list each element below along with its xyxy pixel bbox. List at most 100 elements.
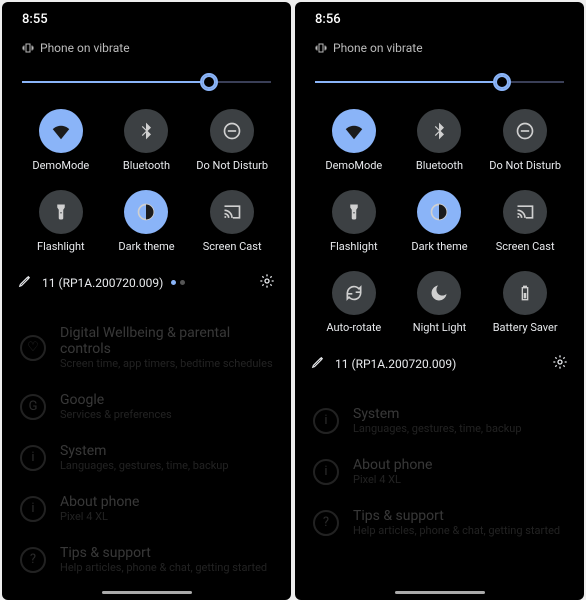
settings-row[interactable]: ?Tips & supportHelp articles, phone & ch… — [18, 534, 275, 585]
settings-row-icon: ? — [313, 510, 339, 536]
qs-tile-label: Dark theme — [118, 240, 174, 253]
qs-tile-label: Screen Cast — [203, 240, 262, 253]
settings-gear-icon[interactable] — [552, 354, 568, 373]
status-time: 8:55 — [2, 2, 291, 31]
settings-gear-icon[interactable] — [259, 273, 275, 292]
cast-icon[interactable] — [210, 190, 254, 234]
qs-tile-label: Screen Cast — [496, 240, 555, 253]
settings-row-sub: Services & preferences — [60, 408, 172, 421]
settings-row[interactable]: ? Tips & supportHelp articles, phone & ch… — [311, 497, 568, 548]
qs-tile-label: DemoMode — [32, 159, 89, 172]
settings-row-sub: Pixel 4 XL — [60, 510, 139, 523]
edit-icon[interactable] — [311, 355, 325, 372]
slider-fill — [22, 81, 209, 83]
dnd-icon[interactable] — [503, 109, 547, 153]
qs-tile-label: Battery Saver — [493, 321, 558, 334]
settings-row-title: Digital Wellbeing & parental controls — [60, 325, 273, 357]
slider-fill — [315, 81, 502, 83]
settings-row-sub: Help articles, phone & chat, getting sta… — [60, 561, 267, 574]
dnd-icon[interactable] — [210, 109, 254, 153]
darktheme-icon[interactable] — [124, 190, 168, 234]
qs-tile-cast[interactable]: Screen Cast — [486, 190, 564, 253]
settings-row[interactable]: ♡ Digital Wellbeing & parental controlsSc… — [18, 314, 275, 381]
qs-tile-moon[interactable]: Night Light — [401, 271, 479, 334]
battery-icon[interactable] — [503, 271, 547, 315]
vibrate-icon — [315, 42, 327, 54]
qs-tile-darktheme[interactable]: Dark theme — [108, 190, 186, 253]
qs-tile-cast[interactable]: Screen Cast — [193, 190, 271, 253]
cast-icon[interactable] — [503, 190, 547, 234]
qs-tile-label: Night Light — [413, 321, 467, 334]
vibrate-icon — [22, 42, 34, 54]
settings-row-title: Tips & support — [353, 508, 560, 524]
qs-footer: 11 (RP1A.200720.009) — [295, 344, 584, 387]
vibrate-indicator: Phone on vibrate — [295, 31, 584, 65]
vibrate-label: Phone on vibrate — [333, 41, 423, 55]
bluetooth-icon[interactable] — [124, 109, 168, 153]
vibrate-indicator: Phone on vibrate — [2, 31, 291, 65]
flashlight-icon[interactable] — [332, 190, 376, 234]
rotate-icon[interactable] — [332, 271, 376, 315]
settings-row-icon: ♡ — [20, 335, 46, 361]
qs-tile-label: Bluetooth — [123, 159, 170, 172]
qs-tile-dnd[interactable]: Do Not Disturb — [193, 109, 271, 172]
home-indicator[interactable] — [395, 591, 485, 594]
qs-tile-label: Flashlight — [330, 240, 378, 253]
settings-row-title: System — [60, 443, 229, 459]
qs-footer: 11 (RP1A.200720.009) — [2, 263, 291, 306]
brightness-slider-row — [2, 65, 291, 97]
settings-underlay: iSystemLanguages, gestures, time, backup… — [295, 387, 584, 556]
qs-tile-bluetooth[interactable]: Bluetooth — [108, 109, 186, 172]
qs-tile-wifi[interactable]: DemoMode — [22, 109, 100, 172]
wifi-icon[interactable] — [332, 109, 376, 153]
qs-tile-label: Do Not Disturb — [489, 159, 561, 172]
qs-tile-label: Dark theme — [411, 240, 467, 253]
settings-row-sub: Pixel 4 XL — [353, 473, 432, 486]
qs-tile-label: Bluetooth — [416, 159, 463, 172]
bluetooth-icon[interactable] — [417, 109, 461, 153]
status-time: 8:56 — [295, 2, 584, 31]
build-label: 11 (RP1A.200720.009) — [335, 357, 456, 371]
page-dots — [171, 280, 185, 285]
qs-tile-flashlight[interactable]: Flashlight — [315, 190, 393, 253]
settings-row-icon: G — [20, 394, 46, 420]
flashlight-icon[interactable] — [39, 190, 83, 234]
settings-row-icon: ? — [20, 547, 46, 573]
slider-thumb[interactable] — [200, 73, 218, 91]
settings-row[interactable]: iSystemLanguages, gestures, time, backup — [18, 432, 275, 483]
settings-row-icon: i — [20, 496, 46, 522]
moon-icon[interactable] — [417, 271, 461, 315]
qs-tile-rotate[interactable]: Auto-rotate — [315, 271, 393, 334]
qs-tile-wifi[interactable]: DemoMode — [315, 109, 393, 172]
settings-row[interactable]: iAbout phonePixel 4 XL — [311, 446, 568, 497]
settings-row-sub: Languages, gestures, time, backup — [60, 459, 229, 472]
settings-row[interactable]: iAbout phonePixel 4 XL — [18, 483, 275, 534]
qs-tile-battery[interactable]: Battery Saver — [486, 271, 564, 334]
qs-tile-bluetooth[interactable]: Bluetooth — [401, 109, 479, 172]
build-label: 11 (RP1A.200720.009) — [42, 276, 163, 290]
qs-tile-darktheme[interactable]: Dark theme — [401, 190, 479, 253]
darktheme-icon[interactable] — [417, 190, 461, 234]
settings-row-icon: i — [313, 408, 339, 434]
settings-row[interactable]: iSystemLanguages, gestures, time, backup — [311, 395, 568, 446]
qs-tile-label: Flashlight — [37, 240, 85, 253]
brightness-slider[interactable] — [315, 73, 564, 91]
qs-tile-dnd[interactable]: Do Not Disturb — [486, 109, 564, 172]
edit-icon[interactable] — [18, 274, 32, 291]
settings-row-icon: i — [313, 459, 339, 485]
settings-row[interactable]: G GoogleServices & preferences — [18, 381, 275, 432]
brightness-slider[interactable] — [22, 73, 271, 91]
settings-row-sub: Languages, gestures, time, backup — [353, 422, 522, 435]
phone-left: 8:55 Phone on vibrate DemoMode Bluetooth D… — [2, 2, 291, 600]
home-indicator[interactable] — [102, 591, 192, 594]
brightness-slider-row — [295, 65, 584, 97]
settings-row-sub: Screen time, app timers, bedtime schedul… — [60, 357, 273, 370]
settings-row-sub: Help articles, phone & chat, getting sta… — [353, 524, 560, 537]
qs-tile-flashlight[interactable]: Flashlight — [22, 190, 100, 253]
qs-tile-label: DemoMode — [325, 159, 382, 172]
qs-tiles-grid: DemoMode Bluetooth Do Not Disturb Flashligh… — [295, 97, 584, 344]
wifi-icon[interactable] — [39, 109, 83, 153]
qs-tile-label: Do Not Disturb — [196, 159, 268, 172]
slider-thumb[interactable] — [493, 73, 511, 91]
settings-row-title: Google — [60, 392, 172, 408]
